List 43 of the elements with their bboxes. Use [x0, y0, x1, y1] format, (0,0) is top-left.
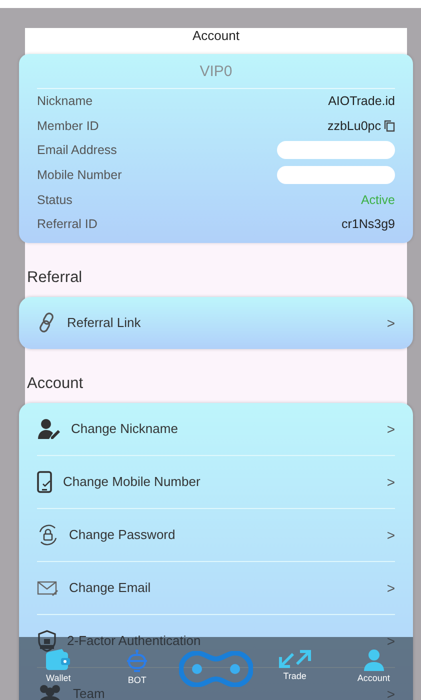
chevron-icon: >	[386, 420, 395, 437]
chevron-icon: >	[386, 526, 395, 543]
section-heading: Account	[27, 374, 84, 394]
field-label: Member ID	[37, 118, 99, 133]
lock-icon	[37, 524, 59, 546]
mail-icon	[37, 580, 59, 596]
nav-tab[interactable]: Wallet	[28, 649, 88, 683]
wallet-icon	[45, 649, 72, 671]
field-label: Nickname	[37, 94, 93, 108]
menu-item[interactable]: Change Mobile Number >	[37, 470, 395, 493]
field-value: cr1Ns3g9	[342, 217, 395, 232]
status-value: Active	[360, 192, 395, 207]
nav-tab[interactable]: Account	[344, 649, 404, 683]
field-label: Status	[37, 192, 72, 207]
vip-level: VIP0	[37, 54, 395, 89]
menu-item[interactable]: Change Email >	[37, 576, 395, 599]
chevron-icon: >	[386, 314, 395, 331]
member-id-value: zzbLu0pc	[327, 118, 381, 133]
chevron-icon: >	[386, 580, 395, 596]
menu-item[interactable]: 2-Factor Authentication >	[37, 630, 395, 652]
field-label: Email Address	[37, 143, 117, 158]
team-icon	[37, 684, 63, 700]
menu-item[interactable]: Referral Link >	[37, 312, 395, 334]
field-value: AIOTrade.id	[328, 94, 395, 108]
page-title: Account	[25, 28, 407, 54]
menu-item[interactable]: Change Nickname >	[37, 418, 395, 440]
chevron-icon: >	[386, 686, 395, 700]
robot-icon	[126, 649, 148, 673]
nav-tab[interactable]: Trade	[264, 649, 325, 681]
nav-tab[interactable]: BOT	[107, 649, 168, 685]
phone-icon	[37, 470, 53, 493]
trade-arrows-icon	[278, 649, 312, 669]
user-edit-icon	[37, 418, 61, 440]
person-icon	[362, 649, 385, 671]
section-heading: Referral	[27, 268, 84, 288]
menu-item[interactable]: Team >	[37, 682, 395, 700]
menu-item[interactable]: Change Password >	[37, 524, 395, 546]
field-label: Referral ID	[37, 217, 98, 232]
field-label: Mobile Number	[37, 168, 122, 182]
chevron-icon: >	[386, 474, 395, 490]
shield-icon	[37, 630, 57, 652]
copy-icon[interactable]	[384, 120, 395, 132]
chevron-icon: >	[386, 632, 395, 649]
